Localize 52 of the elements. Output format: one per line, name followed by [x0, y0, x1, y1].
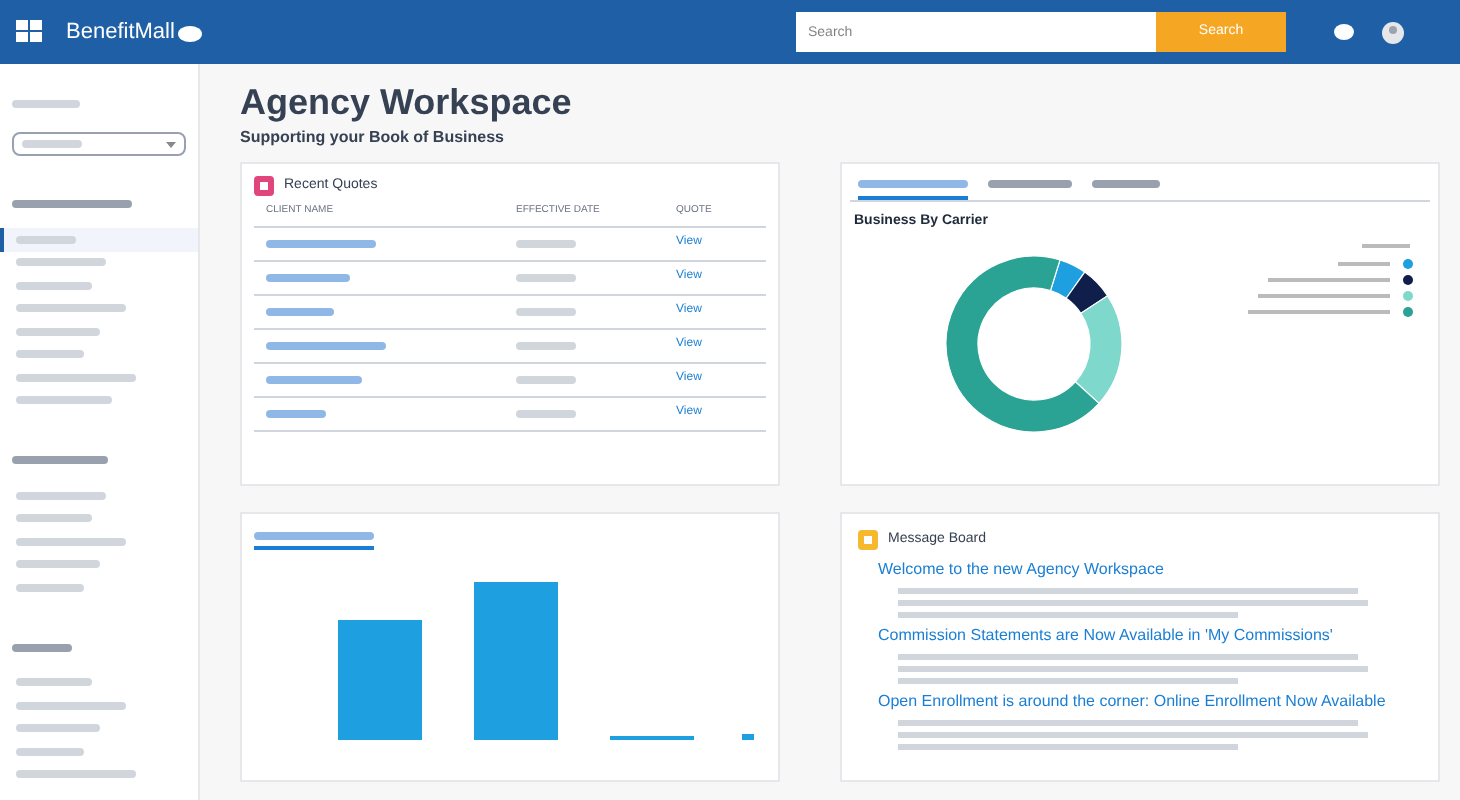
illegible-text: [516, 409, 576, 417]
grid-menu-icon[interactable]: [16, 20, 42, 44]
illegible-text: [16, 701, 126, 710]
illegible-text: [1092, 179, 1160, 187]
illegible-text: [16, 350, 84, 359]
chart-bar: [742, 733, 754, 739]
illegible-text: [12, 456, 108, 464]
illegible-text: [16, 678, 92, 687]
illegible-text: [266, 239, 376, 247]
illegible-text: [16, 491, 106, 500]
caret-icon: [166, 141, 176, 147]
illegible-text: [22, 140, 82, 148]
illegible-text: [988, 179, 1072, 187]
illegible-text: [16, 583, 84, 592]
illegible-text: [16, 770, 136, 779]
illegible-text: [16, 373, 136, 382]
illegible-text: [266, 341, 386, 349]
page-subtitle: Supporting your Book of Business: [240, 125, 507, 149]
illegible-text: [16, 560, 100, 569]
illegible-text: [12, 100, 80, 108]
page-title: Agency Workspace: [240, 80, 574, 125]
illegible-text: [516, 341, 576, 349]
illegible-text: [16, 235, 76, 244]
illegible-text: [516, 307, 576, 315]
illegible-text: [516, 375, 576, 383]
illegible-text: [16, 304, 126, 313]
message-title-link[interactable]: Open Enrollment is around the corner: Online Enrollment Now Available: [878, 690, 1422, 714]
illegible-text: [266, 375, 362, 383]
illegible-text: [254, 531, 374, 539]
illegible-text: [16, 724, 100, 733]
illegible-text: [858, 179, 968, 187]
illegible-text: [516, 273, 576, 281]
message-title-link[interactable]: Commission Statements are Now Available in 'My Commissions': [878, 624, 1422, 648]
illegible-text: [16, 281, 92, 290]
illegible-text: [266, 409, 326, 417]
illegible-text: [16, 514, 92, 523]
illegible-text: [16, 258, 106, 267]
chart-bar: [338, 619, 422, 739]
illegible-text: [12, 200, 132, 208]
illegible-text: [266, 273, 350, 281]
illegible-text: [16, 396, 112, 405]
logo[interactable]: BenefitMall: [66, 15, 175, 49]
user-icon[interactable]: [1382, 21, 1404, 43]
illegible-text: [516, 239, 576, 247]
sidebar-item[interactable]: [0, 228, 198, 251]
illegible-text: [16, 537, 126, 546]
illegible-text: [16, 327, 100, 336]
message-title-link[interactable]: Welcome to the new Agency Workspace: [878, 558, 1422, 582]
illegible-text: [16, 747, 84, 756]
select-field[interactable]: [12, 132, 186, 156]
illegible-text: [266, 307, 334, 315]
illegible-text: [12, 643, 72, 651]
